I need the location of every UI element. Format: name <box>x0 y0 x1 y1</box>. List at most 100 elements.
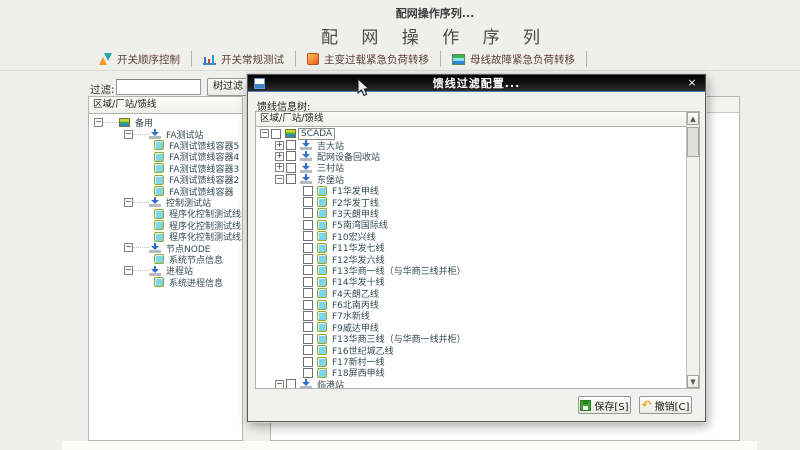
checkbox[interactable] <box>286 151 296 161</box>
tree-row[interactable]: F9威达甲线 <box>256 322 686 333</box>
checkbox[interactable] <box>303 231 313 241</box>
station-icon <box>300 174 312 184</box>
feeder-icon <box>317 322 327 332</box>
tree-row[interactable]: − 临港站 <box>256 379 686 388</box>
checkbox[interactable] <box>303 368 313 378</box>
page-title: 配 网 操 作 序 列 <box>255 23 615 48</box>
checkbox[interactable] <box>303 208 313 218</box>
busbar-fault-transfer-icon <box>452 54 465 65</box>
checkbox[interactable] <box>286 163 296 173</box>
tree-row[interactable]: F13华商一线（与华商三线并柜） <box>256 265 686 276</box>
expander-icon[interactable]: − <box>124 266 133 275</box>
tree-filter-button[interactable]: 树过滤 <box>207 78 249 96</box>
tree-row[interactable]: 系统进程信息 <box>89 276 242 287</box>
tree-row[interactable]: F1华发甲线 <box>256 185 686 196</box>
expander-icon[interactable]: − <box>124 198 133 207</box>
tree-row[interactable]: F12华发六线 <box>256 253 686 264</box>
station-icon <box>300 151 312 161</box>
expander-icon[interactable]: − <box>94 118 103 127</box>
filter-label: 过滤: <box>90 82 115 97</box>
tree-row[interactable]: F17新村一线 <box>256 356 686 367</box>
switch-sequence-control-icon <box>99 53 112 65</box>
tree-row[interactable]: F16世纪城乙线 <box>256 344 686 355</box>
tree-row[interactable]: F7水新线 <box>256 310 686 321</box>
checkbox[interactable] <box>303 334 313 344</box>
checkbox[interactable] <box>303 322 313 332</box>
tree-row[interactable]: F5南湾国际线 <box>256 219 686 230</box>
feeder-icon <box>317 334 327 344</box>
tree-row[interactable]: F11华发七线 <box>256 242 686 253</box>
tree-row[interactable]: F2华发丁线 <box>256 196 686 207</box>
checkbox[interactable] <box>303 288 313 298</box>
feeder-icon <box>317 357 327 367</box>
tree-row[interactable]: F3天朗甲线 <box>256 208 686 219</box>
tree-row[interactable]: F18屏西甲线 <box>256 367 686 378</box>
station-icon <box>149 266 161 276</box>
expander-icon[interactable]: + <box>275 163 284 172</box>
feeder-icon <box>154 232 164 242</box>
station-icon <box>149 129 161 139</box>
expander-icon[interactable]: + <box>275 141 284 150</box>
toolbar-item-overload-transfer[interactable]: 主变过载紧急负荷转移 <box>296 51 441 67</box>
left-tree-header: 区域/厂站/馈线 <box>89 97 242 114</box>
checkbox[interactable] <box>303 254 313 264</box>
expander-icon[interactable]: + <box>275 152 284 161</box>
feeder-icon <box>317 277 327 287</box>
left-tree: −备用−FA测试站FA测试馈线容器5FA测试馈线容器4FA测试馈线容器3FA测试… <box>89 115 242 440</box>
tree-node-label: 临港站 <box>315 378 346 388</box>
tree-row[interactable]: F13华商三线（与华商一线并柜） <box>256 333 686 344</box>
close-icon[interactable]: × <box>685 76 699 90</box>
filter-input[interactable] <box>116 79 201 95</box>
dialog-titlebar[interactable]: 馈线过滤配置... × <box>248 75 705 92</box>
scroll-down-icon[interactable]: ▼ <box>687 375 699 388</box>
checkbox[interactable] <box>303 186 313 196</box>
dialog-title: 馈线过滤配置... <box>248 75 705 91</box>
toolbar-item-busbar-transfer[interactable]: 母线故障紧急负荷转移 <box>441 51 587 67</box>
checkbox[interactable] <box>303 300 313 310</box>
expander-icon[interactable]: − <box>275 380 284 388</box>
undo-button-label: 撤销[C] <box>655 398 690 413</box>
tree-row[interactable]: F6北南丙线 <box>256 299 686 310</box>
toolbar-item-switch-test[interactable]: 开关常规测试 <box>192 51 296 67</box>
checkbox[interactable] <box>303 277 313 287</box>
tree-row[interactable]: F10宏兴线 <box>256 231 686 242</box>
save-button[interactable]: 保存[S] <box>578 396 631 414</box>
dialog-tree-header: 区域/厂站/馈线 <box>256 112 686 127</box>
feeder-icon <box>317 345 327 355</box>
checkbox[interactable] <box>303 311 313 321</box>
scrollbar-thumb[interactable] <box>687 127 699 157</box>
checkbox[interactable] <box>303 243 313 253</box>
tree-row[interactable]: F14华发十线 <box>256 276 686 287</box>
checkbox[interactable] <box>286 140 296 150</box>
region-tree-panel: 区域/厂站/馈线 −备用−FA测试站FA测试馈线容器5FA测试馈线容器4FA测试… <box>88 96 243 441</box>
undo-button[interactable]: ↶ 撤销[C] <box>639 396 692 414</box>
checkbox[interactable] <box>286 379 296 388</box>
feeder-icon <box>317 300 327 310</box>
expander-icon[interactable]: − <box>124 130 133 139</box>
checkbox[interactable] <box>303 265 313 275</box>
feeder-icon <box>154 220 164 230</box>
feeder-icon <box>317 243 327 253</box>
feeder-icon <box>154 277 164 287</box>
toolbar-item-label: 开关常规测试 <box>221 52 284 67</box>
feeder-icon <box>317 254 327 264</box>
tree-node-label: 备用 <box>133 116 155 129</box>
tree-row[interactable]: F4天朗乙线 <box>256 287 686 298</box>
checkbox[interactable] <box>303 197 313 207</box>
station-icon <box>300 140 312 150</box>
scroll-up-icon[interactable]: ▲ <box>687 112 699 125</box>
tree-connector <box>133 270 149 271</box>
region-icon <box>285 129 296 138</box>
tree-row[interactable]: −东堡站 <box>256 174 686 185</box>
expander-icon[interactable]: − <box>275 175 284 184</box>
expander-icon[interactable]: − <box>124 243 133 252</box>
checkbox[interactable] <box>271 129 281 139</box>
checkbox[interactable] <box>303 345 313 355</box>
checkbox[interactable] <box>286 174 296 184</box>
checkbox[interactable] <box>303 220 313 230</box>
toolbar-item-switch-sequence[interactable]: 开关顺序控制 <box>88 51 192 67</box>
expander-icon[interactable]: − <box>260 129 269 138</box>
checkbox[interactable] <box>303 357 313 367</box>
vertical-scrollbar[interactable]: ▲ ▼ <box>686 112 699 388</box>
tree-connector <box>133 202 149 203</box>
